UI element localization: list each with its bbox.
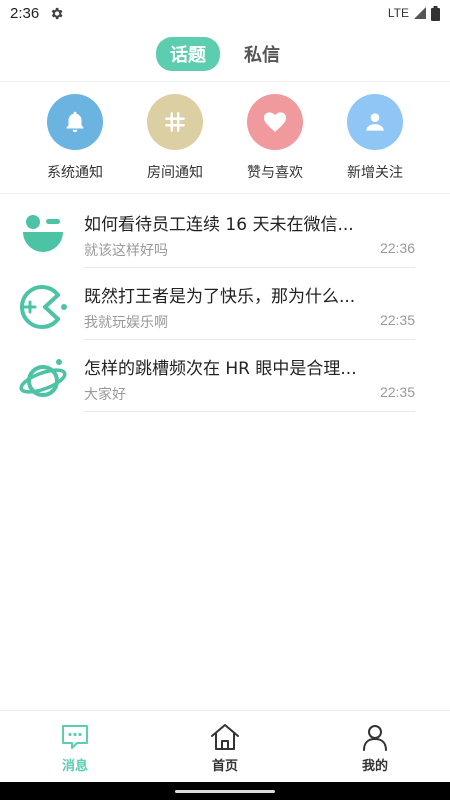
planet-icon [19,359,67,397]
battery-icon [431,5,440,21]
list-item-subtitle: 就该这样好吗 [84,243,168,259]
category-icon-circle [247,94,303,150]
list-item[interactable]: 既然打王者是为了快乐，那为什么... 我就玩娱乐啊 22:35 [0,268,450,340]
status-time: 2:36 [10,4,40,22]
nav-label: 首页 [211,759,238,774]
signal-icon [414,7,426,19]
nav-label: 我的 [361,759,388,774]
category-system-notice[interactable]: 系统通知 [25,82,125,193]
system-gesture-bar [0,782,450,800]
status-indicators: LTE [387,5,440,21]
heart-icon [263,112,287,132]
category-room-notice[interactable]: 房间通知 [125,82,225,193]
list-item-subtitle: 大家好 [84,387,126,403]
list-item-body: 怎样的跳槽频次在 HR 眼中是合理... 大家好 22:35 [84,340,415,412]
topic-list: 如何看待员工连续 16 天未在微信... 就该这样好吗 22:36 既然打王者是… [0,196,450,412]
nav-home[interactable]: 首页 [150,711,300,782]
home-gesture-handle[interactable] [175,790,275,793]
list-item-body: 如何看待员工连续 16 天未在微信... 就该这样好吗 22:36 [84,196,415,268]
category-likes[interactable]: 赞与喜欢 [225,82,325,193]
network-label: LTE [387,6,409,20]
nav-label: 消息 [61,759,88,774]
category-label: 房间通知 [147,165,203,181]
status-bar: 2:36 LTE [0,0,450,26]
tab-topics[interactable]: 话题 [156,36,220,71]
category-icon-circle [147,94,203,150]
user-icon [366,113,384,131]
list-item[interactable]: 如何看待员工连续 16 天未在微信... 就该这样好吗 22:36 [0,196,450,268]
list-item-body: 既然打王者是为了快乐，那为什么... 我就玩娱乐啊 22:35 [84,268,415,340]
notification-categories: 系统通知 房间通知 赞与喜欢 新增关注 [0,82,450,194]
smile-bowl-icon [23,215,63,252]
category-icon-circle [47,94,103,150]
pacman-icon [20,285,67,329]
category-icon-circle [347,94,403,150]
nav-messages[interactable]: 消息 [0,711,150,782]
tab-private-messages[interactable]: 私信 [230,37,294,71]
category-new-followers[interactable]: 新增关注 [325,82,425,193]
list-item-subtitle: 我就玩娱乐啊 [84,315,168,331]
chat-icon [62,725,88,749]
bell-icon [66,111,84,133]
list-item[interactable]: 怎样的跳槽频次在 HR 眼中是合理... 大家好 22:35 [0,340,450,412]
list-item-title: 如何看待员工连续 16 天未在微信... [84,215,354,235]
list-item-title: 怎样的跳槽频次在 HR 眼中是合理... [84,359,357,379]
bottom-navigation: 消息 首页 我的 [0,710,450,782]
category-label: 系统通知 [47,165,103,181]
list-item-time: 22:35 [379,384,415,400]
home-icon [211,724,239,750]
category-label: 新增关注 [347,165,403,181]
list-item-time: 22:36 [379,240,415,256]
category-label: 赞与喜欢 [247,165,303,181]
nav-profile[interactable]: 我的 [300,711,450,782]
list-item-title: 既然打王者是为了快乐，那为什么... [84,287,356,307]
profile-icon [363,725,387,751]
gear-icon [51,7,63,19]
top-tab-bar: 话题 私信 [0,26,450,82]
list-item-time: 22:35 [379,312,415,328]
hash-icon [165,112,185,132]
